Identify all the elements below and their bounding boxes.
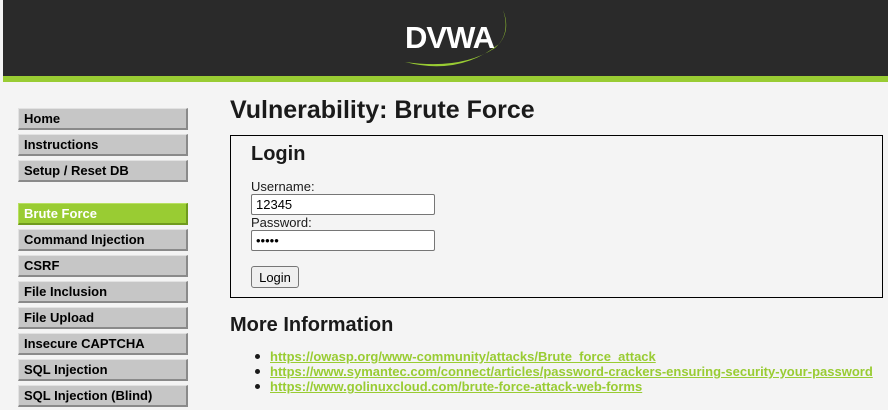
page-title: Vulnerability: Brute Force: [230, 96, 535, 124]
sidebar-item-brute-force[interactable]: Brute Force: [18, 203, 188, 225]
more-information-links: https://owasp.org/www-community/attacks/…: [252, 349, 873, 394]
sidebar-item-file-upload[interactable]: File Upload: [18, 307, 188, 329]
sidebar-item-setup-reset-db[interactable]: Setup / Reset DB: [18, 160, 188, 182]
password-input[interactable]: [251, 230, 435, 251]
main-content: Vulnerability: Brute Force Login Usernam…: [230, 94, 884, 394]
sidebar-item-home[interactable]: Home: [18, 108, 188, 130]
sidebar-item-sql-injection[interactable]: SQL Injection: [18, 359, 188, 381]
sidebar-item-command-injection[interactable]: Command Injection: [18, 229, 188, 251]
sidebar-item-sql-injection-blind[interactable]: SQL Injection (Blind): [18, 385, 188, 407]
sidebar-item-instructions[interactable]: Instructions: [18, 134, 188, 156]
page: DVWA Home Instructions Setup / Reset DB …: [0, 0, 888, 410]
more-information-heading: More Information: [230, 314, 394, 336]
login-form-box: Login Username: Password: Login: [230, 135, 883, 298]
symantec-password-crackers-link[interactable]: https://www.symantec.com/connect/article…: [270, 364, 873, 379]
list-item: https://www.symantec.com/connect/article…: [252, 364, 873, 379]
sidebar-menu: Home Instructions Setup / Reset DB Brute…: [18, 108, 188, 410]
sidebar-item-csrf[interactable]: CSRF: [18, 255, 188, 277]
sidebar-item-file-inclusion[interactable]: File Inclusion: [18, 281, 188, 303]
owasp-brute-force-link[interactable]: https://owasp.org/www-community/attacks/…: [270, 349, 656, 364]
header-accent-stripe: [3, 76, 888, 82]
logo-text: DVWA: [405, 20, 495, 55]
username-input[interactable]: [251, 194, 435, 215]
golinuxcloud-brute-force-link[interactable]: https://www.golinuxcloud.com/brute-force…: [270, 379, 642, 394]
list-item: https://www.golinuxcloud.com/brute-force…: [252, 379, 873, 394]
login-button[interactable]: Login: [251, 266, 299, 288]
dvwa-logo[interactable]: DVWA: [399, 4, 511, 68]
list-item: https://owasp.org/www-community/attacks/…: [252, 349, 873, 364]
password-label: Password:: [251, 215, 312, 230]
username-label: Username:: [251, 179, 315, 194]
sidebar-item-insecure-captcha[interactable]: Insecure CAPTCHA: [18, 333, 188, 355]
header-bar: DVWA: [3, 0, 888, 76]
login-heading: Login: [251, 143, 306, 165]
